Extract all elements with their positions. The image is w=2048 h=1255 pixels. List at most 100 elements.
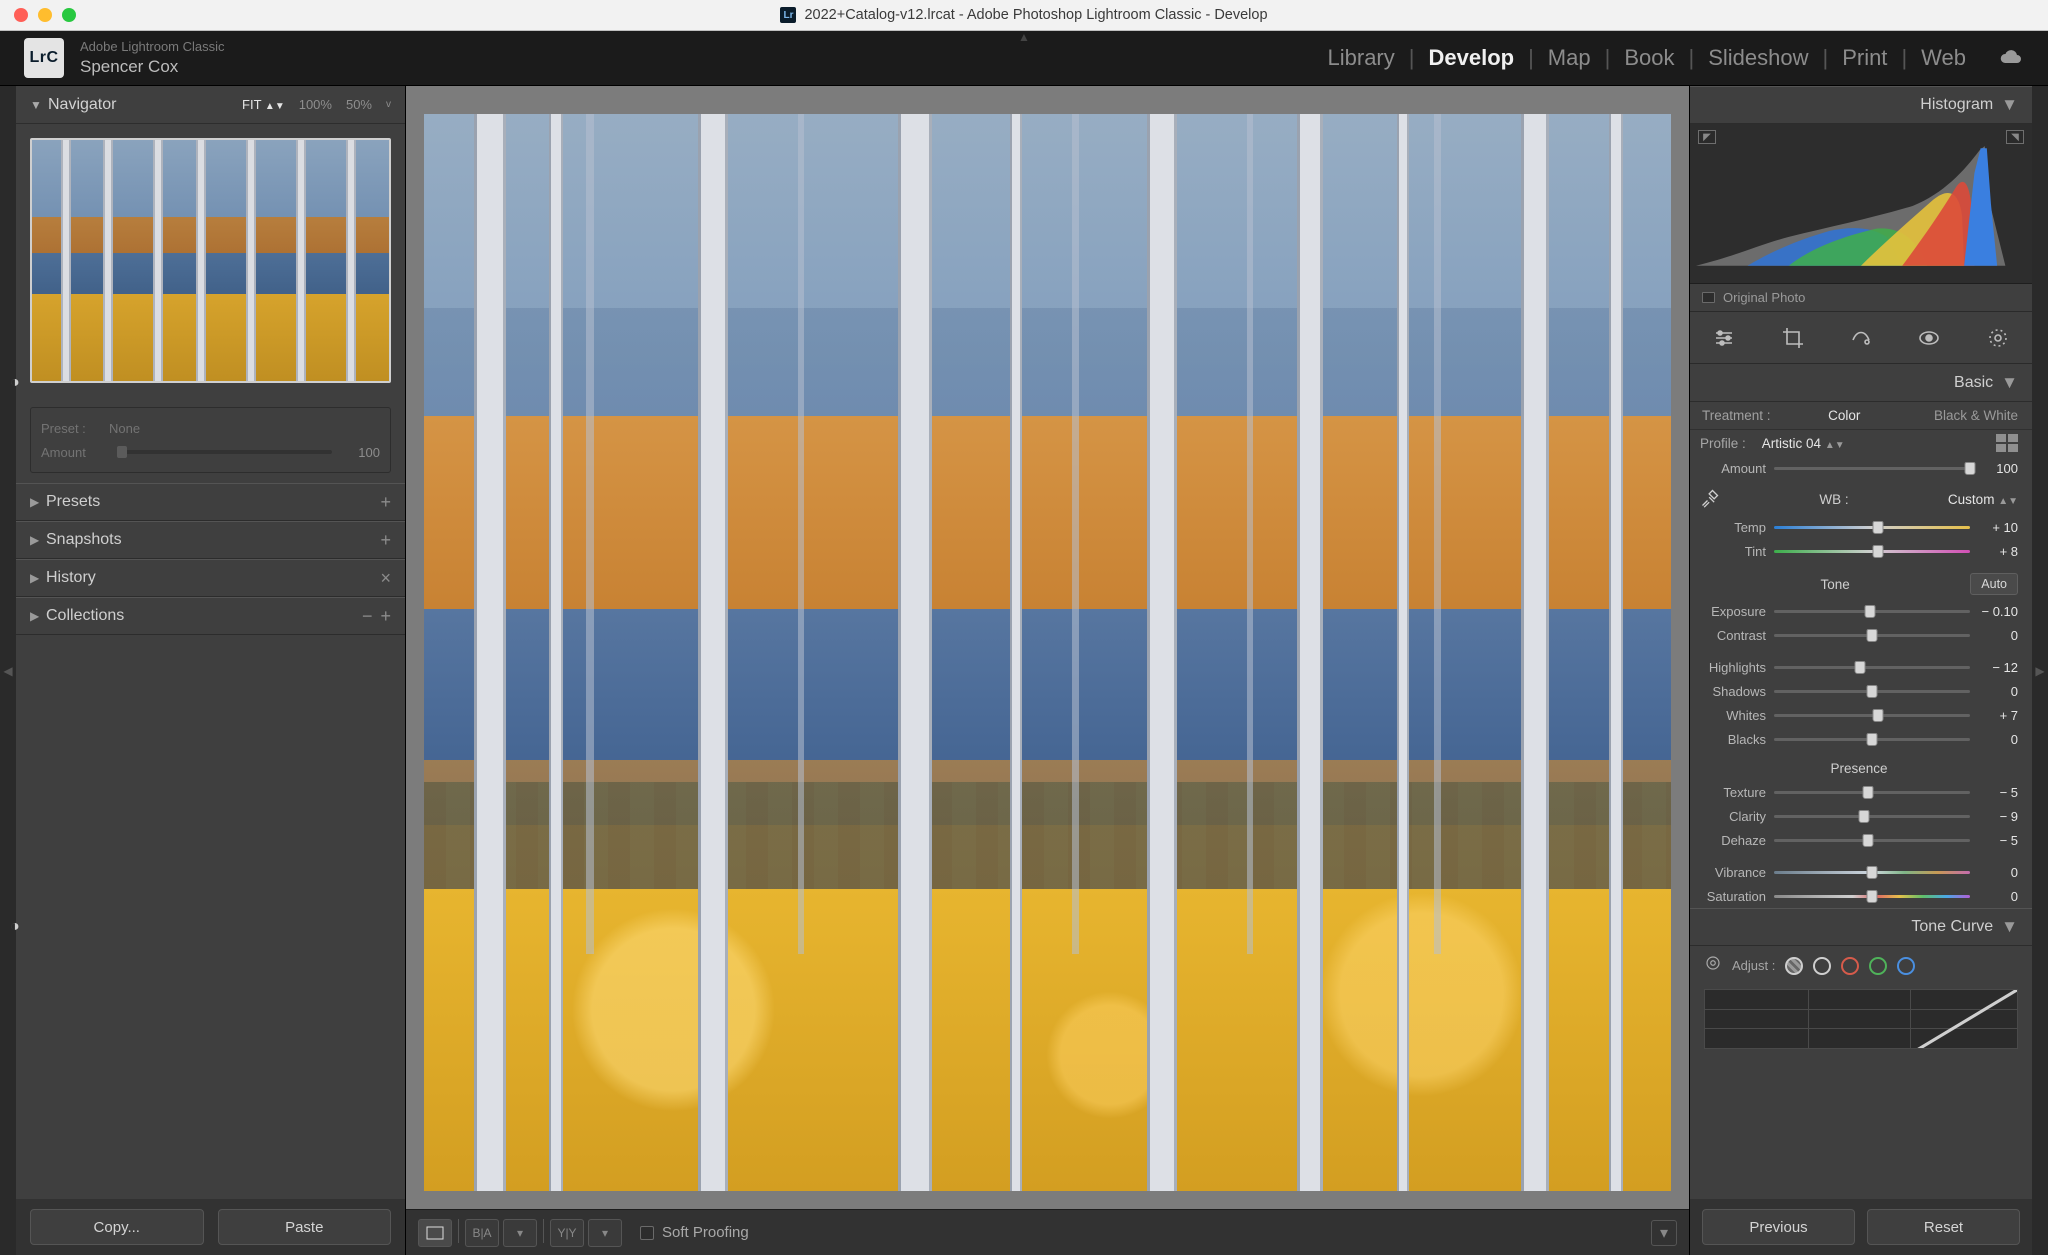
temp-slider[interactable] — [1774, 526, 1970, 529]
wb-picker[interactable]: Custom ▲▼ — [1948, 492, 2018, 507]
saturation-value[interactable]: 0 — [1970, 889, 2018, 904]
auto-tone-button[interactable]: Auto — [1970, 573, 2018, 595]
panel-switch-icon[interactable]: ◑ — [10, 374, 20, 392]
remove-collection-button[interactable]: − — [362, 606, 373, 627]
toolbar-options-button[interactable]: ▾ — [1651, 1220, 1677, 1246]
texture-value[interactable]: − 5 — [1970, 785, 2018, 800]
basic-header[interactable]: ◑ Basic ▼ — [1690, 364, 2032, 402]
edit-sliders-icon[interactable] — [1706, 320, 1742, 356]
curve-channel-blue-icon[interactable] — [1897, 957, 1915, 975]
soft-proofing-checkbox[interactable] — [640, 1226, 654, 1240]
module-slideshow[interactable]: Slideshow — [1694, 45, 1822, 71]
before-after-lr-button[interactable]: B|A — [465, 1219, 499, 1247]
copy-button[interactable]: Copy... — [30, 1209, 204, 1245]
profile-browser-icon[interactable] — [1996, 434, 2018, 452]
highlights-slider[interactable] — [1774, 666, 1970, 669]
zoom-chevron-icon[interactable]: v — [386, 99, 391, 110]
tone-curve-header[interactable]: ◑ Tone Curve ▼ — [1690, 908, 2032, 946]
whites-slider[interactable] — [1774, 714, 1970, 717]
treatment-bw[interactable]: Black & White — [1934, 408, 2018, 423]
crop-icon[interactable] — [1775, 320, 1811, 356]
temp-value[interactable]: + 10 — [1970, 520, 2018, 535]
vibrance-slider[interactable] — [1774, 871, 1970, 874]
curve-channel-green-icon[interactable] — [1869, 957, 1887, 975]
shadows-slider[interactable] — [1774, 690, 1970, 693]
tint-slider[interactable] — [1774, 550, 1970, 553]
module-develop[interactable]: Develop — [1414, 45, 1528, 71]
target-adjust-icon[interactable] — [1704, 954, 1722, 977]
histogram[interactable]: ◤ ◥ — [1690, 124, 2032, 284]
blacks-slider[interactable] — [1774, 738, 1970, 741]
contrast-value[interactable]: 0 — [1970, 628, 2018, 643]
profile-amount-slider[interactable] — [1774, 467, 1970, 470]
navigator-preview[interactable] — [16, 124, 405, 397]
curve-channel-parametric-icon[interactable] — [1785, 957, 1803, 975]
zoom-50[interactable]: 50% — [346, 97, 372, 112]
compare-yy-button[interactable]: Y|Y — [550, 1219, 584, 1247]
module-book[interactable]: Book — [1610, 45, 1688, 71]
module-print[interactable]: Print — [1828, 45, 1901, 71]
exposure-value[interactable]: − 0.10 — [1970, 604, 2018, 619]
right-panel-grip-icon[interactable]: ▶ — [2032, 86, 2048, 1255]
profile-amount-value[interactable]: 100 — [1970, 461, 2018, 476]
chevron-down-icon[interactable]: ▼ — [2001, 373, 2018, 393]
healing-icon[interactable] — [1843, 320, 1879, 356]
texture-slider[interactable] — [1774, 791, 1970, 794]
history-header[interactable]: ▶ History × — [16, 559, 405, 597]
chevron-down-icon[interactable]: ▼ — [2001, 917, 2018, 937]
add-collection-button[interactable]: + — [380, 606, 391, 627]
treatment-color[interactable]: Color — [1828, 408, 1860, 423]
header-collapse-grip-icon[interactable]: ▲ — [1018, 30, 1030, 44]
vibrance-value[interactable]: 0 — [1970, 865, 2018, 880]
zoom-fit[interactable]: FIT ▲▼ — [242, 97, 285, 112]
redeye-icon[interactable] — [1911, 320, 1947, 356]
tint-value[interactable]: + 8 — [1970, 544, 2018, 559]
curve-channel-luma-icon[interactable] — [1813, 957, 1831, 975]
dehaze-value[interactable]: − 5 — [1970, 833, 2018, 848]
previous-button[interactable]: Previous — [1702, 1209, 1855, 1245]
preset-amount-slider[interactable] — [117, 450, 332, 454]
highlights-value[interactable]: − 12 — [1970, 660, 2018, 675]
snapshots-header[interactable]: ▶ Snapshots + — [16, 521, 405, 559]
clarity-value[interactable]: − 9 — [1970, 809, 2018, 824]
navigator-disclosure-icon[interactable]: ▼ — [30, 98, 48, 112]
eyedropper-icon[interactable] — [1700, 488, 1720, 511]
left-panel-grip-icon[interactable]: ◀ — [0, 86, 16, 1255]
clarity-slider[interactable] — [1774, 815, 1970, 818]
paste-button[interactable]: Paste — [218, 1209, 392, 1245]
masking-icon[interactable] — [1980, 320, 2016, 356]
image-viewport[interactable] — [424, 114, 1671, 1191]
compare-yy-menu-button[interactable]: ▾ — [588, 1219, 622, 1247]
shadows-value[interactable]: 0 — [1970, 684, 2018, 699]
exposure-slider[interactable] — [1774, 610, 1970, 613]
dehaze-slider[interactable] — [1774, 839, 1970, 842]
navigator-header[interactable]: ▼ Navigator FIT ▲▼ 100% 50% v — [16, 86, 405, 124]
panel-switch-icon[interactable]: ◑ — [10, 918, 20, 936]
module-map[interactable]: Map — [1534, 45, 1605, 71]
add-preset-button[interactable]: + — [380, 492, 391, 513]
tone-curve-editor[interactable] — [1704, 989, 2018, 1049]
module-library[interactable]: Library — [1314, 45, 1409, 71]
identity-name[interactable]: Spencer Cox — [80, 56, 225, 77]
add-snapshot-button[interactable]: + — [380, 530, 391, 551]
curve-channel-red-icon[interactable] — [1841, 957, 1859, 975]
reset-button[interactable]: Reset — [1867, 1209, 2020, 1245]
clear-history-button[interactable]: × — [380, 568, 391, 589]
original-photo-checkbox-icon[interactable] — [1702, 292, 1715, 303]
loupe-view-button[interactable] — [418, 1219, 452, 1247]
profile-picker[interactable]: Artistic 04 ▲▼ — [1762, 436, 1845, 451]
histogram-header[interactable]: Histogram ▼ — [1690, 86, 2032, 124]
saturation-slider[interactable] — [1774, 895, 1970, 898]
module-web[interactable]: Web — [1907, 45, 1980, 71]
whites-value[interactable]: + 7 — [1970, 708, 2018, 723]
presets-header[interactable]: ▶ Presets + — [16, 483, 405, 521]
chevron-down-icon[interactable]: ▼ — [2001, 95, 2018, 115]
before-after-menu-button[interactable]: ▾ — [503, 1219, 537, 1247]
navigator-thumbnail[interactable] — [30, 138, 391, 383]
zoom-100[interactable]: 100% — [299, 97, 332, 112]
original-photo-toggle[interactable]: Original Photo — [1690, 284, 2032, 312]
blacks-value[interactable]: 0 — [1970, 732, 2018, 747]
contrast-slider[interactable] — [1774, 634, 1970, 637]
collections-header[interactable]: ▶ Collections − + — [16, 597, 405, 635]
cloud-sync-icon[interactable] — [1998, 48, 2024, 68]
